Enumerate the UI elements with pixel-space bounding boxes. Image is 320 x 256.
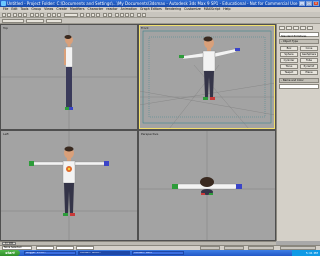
character-model-perspective [139,131,275,240]
top-viewport[interactable]: Top [1,25,137,129]
tab-compounds[interactable] [46,19,62,23]
align-icon[interactable] [108,13,112,17]
object-type-rollout[interactable]: - Object Type [279,39,319,44]
minimize-icon[interactable]: _ [299,1,305,6]
cone-button[interactable]: Cone [300,46,318,51]
character-model-front [139,30,275,129]
plane-button[interactable]: Plane [300,70,318,75]
category-value: Standard Primitives [281,35,307,38]
viewport-label[interactable]: Left [3,132,9,136]
taskbar-item[interactable]: Untitled - Paint [132,251,184,255]
command-panel-tabs [279,26,313,30]
windows-taskbar: start Blogger: Introd... Untitled - Auto… [0,250,320,256]
window-controls: _ □ × [299,1,319,6]
teapot-button[interactable]: Teapot [280,70,298,75]
cylinder-button[interactable]: Cylinder [280,58,298,63]
select-by-name-icon[interactable] [35,13,39,17]
viewport-label[interactable]: Perspective [141,132,158,136]
viewport-area: Top Front Left Perspective [0,24,276,241]
clock: 5:41 PM [305,251,318,255]
taskbar-item[interactable]: Untitled - Autod... [78,251,130,255]
mirror-icon[interactable] [103,13,107,17]
character-model-top [1,25,137,129]
rotate-icon[interactable] [52,13,56,17]
scale-icon[interactable] [57,13,61,17]
redo-icon[interactable] [7,13,11,17]
title-bar: Untitled - Project Folder: C:\Documents … [0,0,320,7]
window-title: Untitled - Project Folder: C:\Documents … [7,1,298,6]
torus-button[interactable]: Torus [280,64,298,69]
taskbar-item[interactable]: Blogger: Introd... [24,251,76,255]
pyramid-button[interactable]: Pyramid [300,64,318,69]
name-and-color-rollout[interactable]: - Name and Color [279,78,319,83]
category-dropdown[interactable]: Standard Primitives [279,32,319,38]
select-link-icon[interactable] [13,13,17,17]
perspective-viewport[interactable]: Perspective [139,131,275,240]
region-select-icon[interactable] [40,13,44,17]
move-icon[interactable] [47,13,51,17]
layer-manager-icon[interactable] [115,13,119,17]
angle-snap-icon[interactable] [91,13,95,17]
modify-icon[interactable] [286,26,292,30]
3dsmax-logo-icon [1,1,6,6]
command-panel: Standard Primitives - Object Type Box Co… [276,24,320,241]
snap-icon[interactable] [86,13,90,17]
viewport-label[interactable]: Top [3,26,8,30]
material-editor-icon[interactable] [130,13,134,17]
pivot-icon[interactable] [80,13,84,17]
tab-objects[interactable] [2,19,24,23]
tab-shapes[interactable] [26,19,44,23]
maximize-icon[interactable]: □ [306,1,312,6]
system-tray: 5:41 PM [292,250,320,256]
front-viewport[interactable]: Front [139,25,275,129]
hierarchy-icon[interactable] [293,26,299,30]
percent-snap-icon[interactable] [96,13,100,17]
display-icon[interactable] [307,26,313,30]
undo-icon[interactable] [2,13,6,17]
geosphere-button[interactable]: GeoSphere [300,52,318,57]
create-icon[interactable] [279,26,285,30]
tube-button[interactable]: Tube [300,58,318,63]
curve-editor-icon[interactable] [120,13,124,17]
close-icon[interactable]: × [313,1,319,6]
quick-render-icon[interactable] [142,13,146,17]
left-viewport[interactable]: Left [1,131,137,240]
reference-coordinate-dropdown[interactable] [64,13,78,17]
render-setup-icon[interactable] [137,13,141,17]
character-model-left [1,131,137,240]
schematic-view-icon[interactable] [125,13,129,17]
viewport-label[interactable]: Front [141,26,149,30]
select-object-icon[interactable] [30,13,34,17]
bind-space-warp-icon[interactable] [23,13,27,17]
box-button[interactable]: Box [280,46,298,51]
sphere-button[interactable]: Sphere [280,52,298,57]
object-name-field[interactable] [279,84,319,89]
unlink-icon[interactable] [18,13,22,17]
motion-icon[interactable] [300,26,306,30]
start-button[interactable]: start [0,250,20,256]
